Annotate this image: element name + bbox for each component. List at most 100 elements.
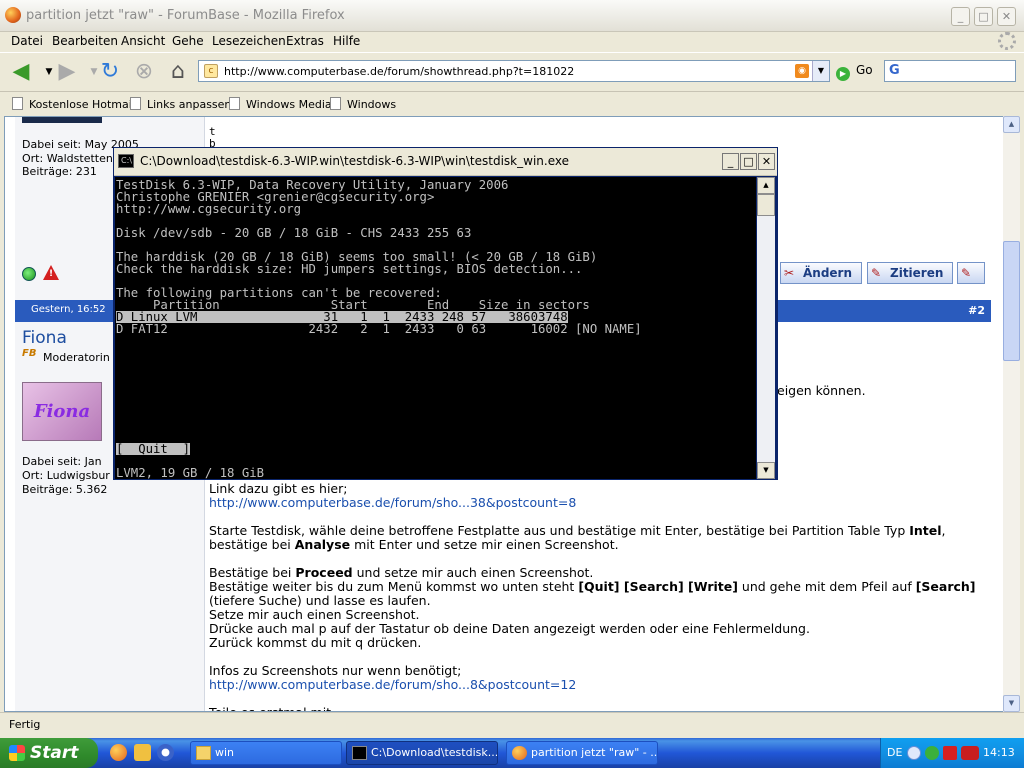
scroll-down-icon[interactable]: ▼ (1003, 695, 1020, 712)
go-arrow-icon: ▶ (836, 67, 850, 81)
menu-hilfe[interactable]: Hilfe (333, 34, 360, 48)
close-button[interactable]: ✕ (997, 7, 1016, 26)
bookmark-label: Links anpassen (147, 98, 232, 111)
post-text: und setze mir auch einen Screenshot. (352, 565, 594, 580)
menu-datei[interactable]: Datei (11, 34, 43, 48)
console-title-bar[interactable]: C:\ C:\Download\testdisk-6.3-WIP.win\tes… (114, 148, 777, 176)
post-author[interactable]: Fiona (22, 328, 67, 348)
page-icon (12, 97, 23, 110)
post-number[interactable]: #2 (968, 304, 985, 317)
quote-button[interactable]: ✎ Zitieren (867, 262, 953, 284)
partition-row[interactable]: D FAT12 2432 2 1 2433 0 63 16002 [NO NAM… (116, 323, 642, 335)
menu-bearbeiten[interactable]: Bearbeiten (52, 34, 118, 48)
scroll-down-icon[interactable]: ▼ (757, 462, 775, 479)
menu-ansicht[interactable]: Ansicht (121, 34, 165, 48)
maximize-button[interactable]: □ (974, 7, 993, 26)
menu-extras[interactable]: Extras (286, 34, 324, 48)
multiquote-button[interactable]: ✎ (957, 262, 985, 284)
minimize-button[interactable]: _ (951, 7, 970, 26)
tray-expand-icon[interactable] (907, 746, 921, 760)
bookmark-item[interactable]: Windows Media (229, 97, 332, 111)
system-tray: DE 14:13 (880, 738, 1024, 768)
clock: 14:13 (983, 746, 1015, 759)
media-player-icon[interactable] (157, 744, 174, 761)
post-text-fragment: eigen können. (777, 383, 866, 398)
post-bold-text: Intel (909, 523, 942, 538)
url-text[interactable]: http://www.computerbase.de/forum/showthr… (224, 65, 574, 78)
task-label: C:\Download\testdisk... (371, 746, 498, 759)
post-line: Bestätige weiter bis du zum Menü kommst … (209, 579, 976, 594)
console-scroll-thumb[interactable] (757, 194, 775, 216)
task-firefox[interactable]: partition jetzt "raw" - ... (506, 741, 658, 765)
task-win[interactable]: win (190, 741, 342, 765)
language-indicator[interactable]: DE (887, 746, 902, 759)
post-link[interactable]: http://www.computerbase.de/forum/sho...3… (209, 495, 576, 510)
bookmark-label: Kostenlose Hotmail (29, 98, 135, 111)
post-text: Bestätige weiter bis du zum Menü kommst … (209, 579, 579, 594)
home-icon[interactable]: ⌂ (165, 59, 191, 85)
edit-label: Ändern (803, 266, 853, 280)
post-link-anchor[interactable]: http://www.computerbase.de/forum/sho...8… (209, 677, 576, 692)
rss-feed-icon[interactable]: ◉ (795, 64, 809, 78)
post-bold-text: [Quit] [Search] [Write] (578, 579, 738, 594)
folder-icon (196, 746, 211, 760)
quit-option[interactable]: [ Quit ] (116, 443, 191, 455)
quote-icon: ✎ (871, 266, 882, 280)
post-date: Gestern, 16:52 (31, 304, 106, 315)
console-maximize-button[interactable]: □ (740, 153, 757, 170)
post-line: Link dazu gibt es hier; (209, 481, 348, 496)
console-footer: LVM2, 19 GB / 18 GiB (116, 466, 265, 479)
page-icon (130, 97, 141, 110)
post-link[interactable]: http://www.computerbase.de/forum/sho...8… (209, 677, 576, 692)
bookmark-label: Windows Media (246, 98, 332, 111)
report-warning-icon[interactable]: ! (43, 265, 59, 280)
post-text: mit Enter und setze mir einen Screenshot… (350, 537, 619, 552)
prev-user-location: Ort: Waldstetten (22, 152, 113, 165)
user-joined: Dabei seit: Jan (22, 455, 102, 468)
menu-gehe[interactable]: Gehe (172, 34, 204, 48)
scroll-up-icon[interactable]: ▲ (757, 177, 775, 194)
bookmark-item[interactable]: Windows (330, 97, 396, 111)
search-input[interactable]: G (884, 60, 1016, 82)
post-link-anchor[interactable]: http://www.computerbase.de/forum/sho...3… (209, 495, 576, 510)
scroll-up-icon[interactable]: ▲ (1003, 116, 1020, 133)
menu-lesezeichen[interactable]: Lesezeichen (212, 34, 286, 48)
site-favicon-icon: c (204, 64, 218, 78)
tray-ati-icon[interactable] (961, 746, 979, 760)
go-button[interactable]: ▶ Go (836, 63, 873, 81)
edit-button[interactable]: ✂ Ändern (780, 262, 862, 284)
bookmark-item[interactable]: Links anpassen (130, 97, 231, 111)
menu-bar: Datei Bearbeiten Ansicht Gehe Lesezeiche… (0, 32, 1024, 52)
post-bold-text: Proceed (295, 565, 353, 580)
post-text: Starte Testdisk, wähle deine betroffene … (209, 523, 910, 538)
forward-arrow-icon[interactable]: ▶ (54, 59, 80, 85)
back-arrow-icon[interactable]: ◀ (8, 59, 34, 85)
start-button[interactable]: Start (0, 738, 98, 768)
tray-gear-icon[interactable] (925, 746, 939, 760)
console-icon (352, 746, 367, 760)
start-label: Start (30, 743, 79, 763)
page-scrollbar[interactable]: ▲ ▼ (1003, 116, 1020, 712)
console-icon: C:\ (118, 154, 134, 168)
url-dropdown-icon[interactable]: ▼ (812, 61, 829, 81)
quicklaunch-icon[interactable] (134, 744, 151, 761)
scrollbar-thumb[interactable] (1003, 241, 1020, 361)
status-bar: Fertig (0, 712, 1024, 738)
tray-antivirus-icon[interactable] (943, 746, 957, 760)
console-window[interactable]: C:\ C:\Download\testdisk-6.3-WIP.win\tes… (113, 147, 778, 480)
stop-icon[interactable]: ⊗ (131, 59, 157, 85)
console-scrollbar[interactable]: ▲ ▼ (757, 177, 775, 479)
post-bold-text: Analyse (294, 537, 351, 552)
task-console[interactable]: C:\Download\testdisk... (346, 741, 498, 765)
reload-icon[interactable]: ↻ (97, 59, 123, 85)
console-output[interactable]: TestDisk 6.3-WIP, Data Recovery Utility,… (115, 177, 756, 479)
go-label: Go (856, 63, 873, 77)
bookmark-item[interactable]: Kostenlose Hotmail (12, 97, 135, 111)
console-minimize-button[interactable]: _ (722, 153, 739, 170)
firefox-quicklaunch-icon[interactable] (110, 744, 127, 761)
page-icon (330, 97, 341, 110)
console-close-button[interactable]: ✕ (758, 153, 775, 170)
console-line: http://www.cgsecurity.org (116, 202, 302, 216)
title-bar[interactable]: partition jetzt "raw" - ForumBase - Mozi… (0, 0, 1024, 32)
url-bar[interactable]: c http://www.computerbase.de/forum/showt… (198, 60, 830, 82)
